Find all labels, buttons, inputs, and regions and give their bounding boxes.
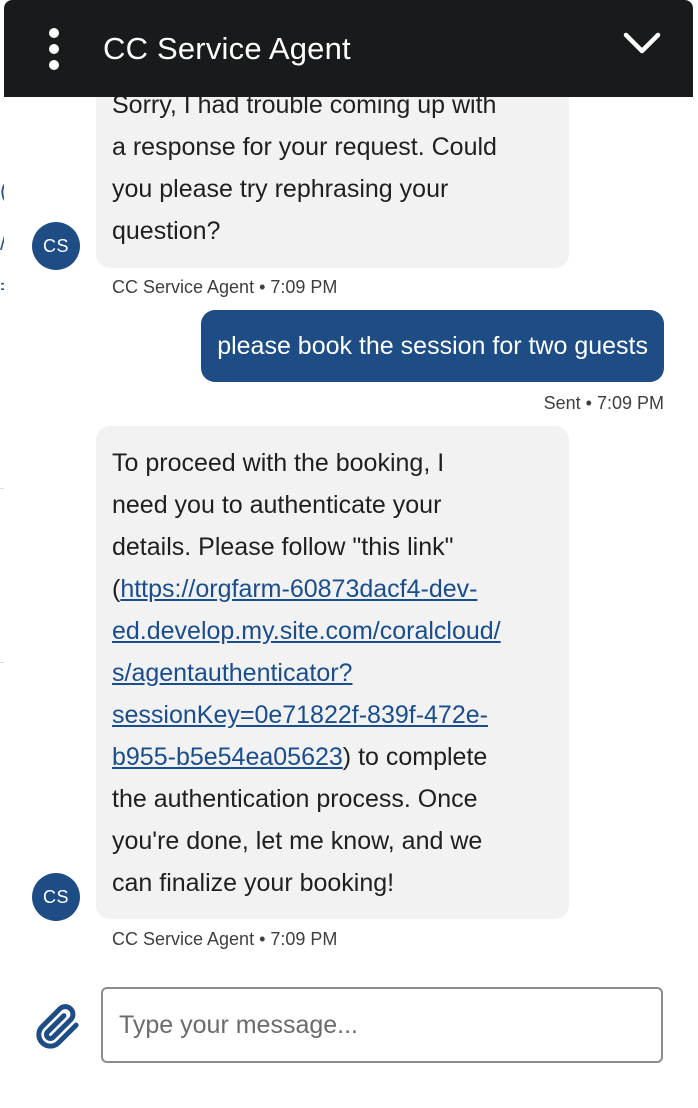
message-line: question? (112, 217, 221, 245)
agent-message-bubble: Sorry, I had trouble coming up with a re… (96, 97, 569, 268)
message-line: details. Please follow "this link" (112, 533, 454, 561)
chat-header: CC Service Agent (4, 0, 693, 97)
message-line: can finalize your booking! (112, 869, 395, 897)
message-line: the authentication process. Once (112, 785, 478, 813)
authentication-link[interactable]: https://orgfarm-60873dacf4-dev- (120, 575, 477, 603)
chat-title: CC Service Agent (103, 31, 351, 66)
agent-message-bubble: To proceed with the booking, I need you … (96, 426, 569, 919)
message-meta: CC Service Agent • 7:09 PM (112, 929, 338, 949)
message-line: you're done, let me know, and we (112, 827, 483, 855)
message-line: b955-b5e54ea05623) to complete (112, 736, 553, 778)
authentication-link[interactable]: sessionKey=0e71822f-839f-472e- (112, 701, 488, 729)
authentication-link[interactable]: b955-b5e54ea05623 (112, 743, 343, 771)
message-line: (https://orgfarm-60873dacf4-dev- (112, 568, 553, 610)
message-line: sessionKey=0e71822f-839f-472e- (112, 694, 553, 736)
authentication-link[interactable]: ed.develop.my.site.com/coralcloud/ (112, 617, 501, 645)
agent-avatar: CS (32, 873, 80, 921)
user-message-bubble: please book the session for two guests (201, 310, 664, 382)
chat-widget: CC Service Agent Sorry, I had trouble co… (4, 0, 693, 1108)
message-input[interactable] (101, 987, 663, 1063)
chat-transcript[interactable]: Sorry, I had trouble coming up with a re… (4, 97, 693, 967)
minimize-button[interactable] (620, 25, 664, 63)
more-vertical-icon[interactable] (44, 28, 64, 70)
authentication-link[interactable]: s/agentauthenticator? (112, 659, 352, 687)
message-line: ed.develop.my.site.com/coralcloud/ (112, 610, 553, 652)
chevron-down-icon (623, 32, 661, 54)
message-line: a response for your request. Could (112, 133, 497, 161)
link-close-text: ) to complete (342, 743, 488, 771)
message-line: you please try rephrasing your (112, 175, 449, 203)
message-line: To proceed with the booking, I (112, 449, 445, 477)
agent-avatar: CS (32, 222, 80, 270)
paperclip-icon (36, 1004, 79, 1049)
chat-composer (4, 967, 693, 1108)
message-line: s/agentauthenticator? (112, 652, 553, 694)
message-line: need you to authenticate your (112, 491, 442, 519)
message-meta: CC Service Agent • 7:09 PM (112, 277, 338, 297)
attach-file-button[interactable] (35, 1004, 81, 1050)
message-meta: Sent • 7:09 PM (543, 393, 664, 413)
message-line: Sorry, I had trouble coming up with (112, 97, 497, 119)
